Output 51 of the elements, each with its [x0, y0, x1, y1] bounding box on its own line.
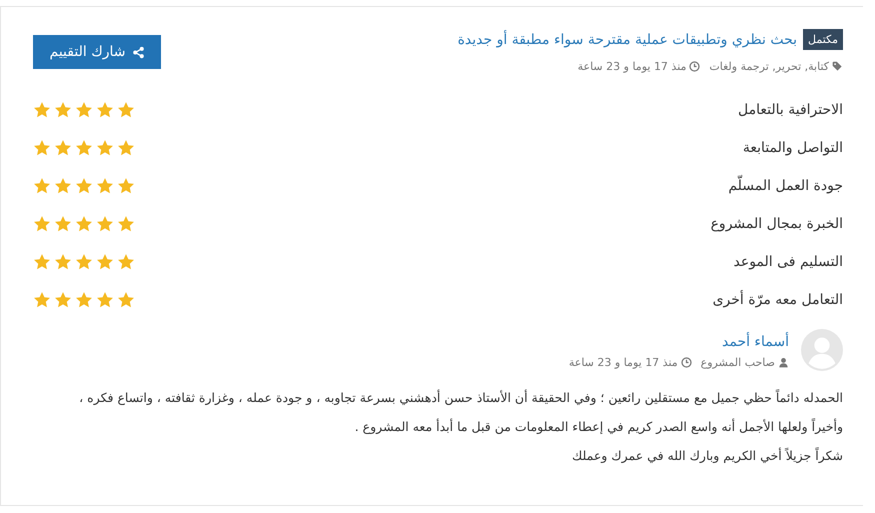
avatar-icon: [801, 329, 843, 371]
star-icon: [33, 215, 51, 233]
rating-label: الخبرة بمجال المشروع: [710, 216, 843, 232]
rating-label: التعامل معه مرّة أخرى: [712, 292, 843, 308]
star-icon: [54, 215, 72, 233]
review-text: شكراً جزيلاً أخي الكريم وبارك الله في عمرك وعملك: [570, 446, 843, 465]
time-text: منذ 17 يوما و 23 ساعة: [568, 356, 678, 369]
star-icon: [96, 139, 114, 157]
star-icon: [117, 101, 135, 119]
project-title-link[interactable]: بحث نظري وتطبيقات عملية مقترحة سواء مطبقة أو جديدة: [458, 32, 798, 48]
star-icon: [117, 291, 135, 309]
star-icon: [33, 253, 51, 271]
time-text: منذ 17 يوما و 23 ساعة: [578, 60, 686, 73]
star-icon: [117, 215, 135, 233]
share-icon: [132, 46, 144, 58]
star-icon: [96, 253, 114, 271]
star-icon: [54, 101, 72, 119]
star-icon: [96, 215, 114, 233]
share-button[interactable]: شارك التقييم: [33, 35, 161, 69]
star-icon: [75, 215, 93, 233]
review-text: الحمدله دائماً حظي جميل مع مستقلين رائعين ؛ وفي الحقيقة أن الأستاذ حسن أدهشني بسرعة تجاوبه ، و جودة عمله ، وغزارة ثقافته ، واتساع فكره ، وأخيراً ولعلها الأجمل أنه واسع الصدر كريم في إعطاء المعلومات من قبل ما أبدأ معه المشروع .: [78, 388, 843, 436]
star-icon: [33, 139, 51, 157]
tags-text: كتابة, تحرير, ترجمة ولغات: [709, 60, 829, 73]
star-icon: [75, 253, 93, 271]
user-icon: [778, 357, 789, 368]
clock-icon: [689, 61, 700, 72]
star-icon: [33, 101, 51, 119]
star-icon: [96, 177, 114, 195]
star-icon: [54, 139, 72, 157]
star-icon: [33, 291, 51, 309]
star-icon: [75, 139, 93, 157]
status-badge: مكتمل: [803, 29, 843, 50]
star-icon: [117, 177, 135, 195]
rating-label: التواصل والمتابعة: [742, 140, 843, 156]
star-icon: [75, 101, 93, 119]
star-icon: [54, 253, 72, 271]
tag-icon: [832, 61, 843, 72]
clock-icon: [680, 357, 692, 368]
author-link[interactable]: أسماء أحمد: [722, 334, 789, 350]
role-text: صاحب المشروع: [700, 356, 775, 369]
star-icon: [54, 177, 72, 195]
star-icon: [117, 139, 135, 157]
rating-label: التسليم فى الموعد: [734, 254, 843, 270]
star-icon: [54, 291, 72, 309]
star-icon: [96, 291, 114, 309]
star-icon: [117, 253, 135, 271]
star-icon: [33, 177, 51, 195]
star-icon: [75, 177, 93, 195]
star-icon: [75, 291, 93, 309]
star-icon: [96, 101, 114, 119]
rating-label: الاحترافية بالتعامل: [738, 102, 843, 118]
